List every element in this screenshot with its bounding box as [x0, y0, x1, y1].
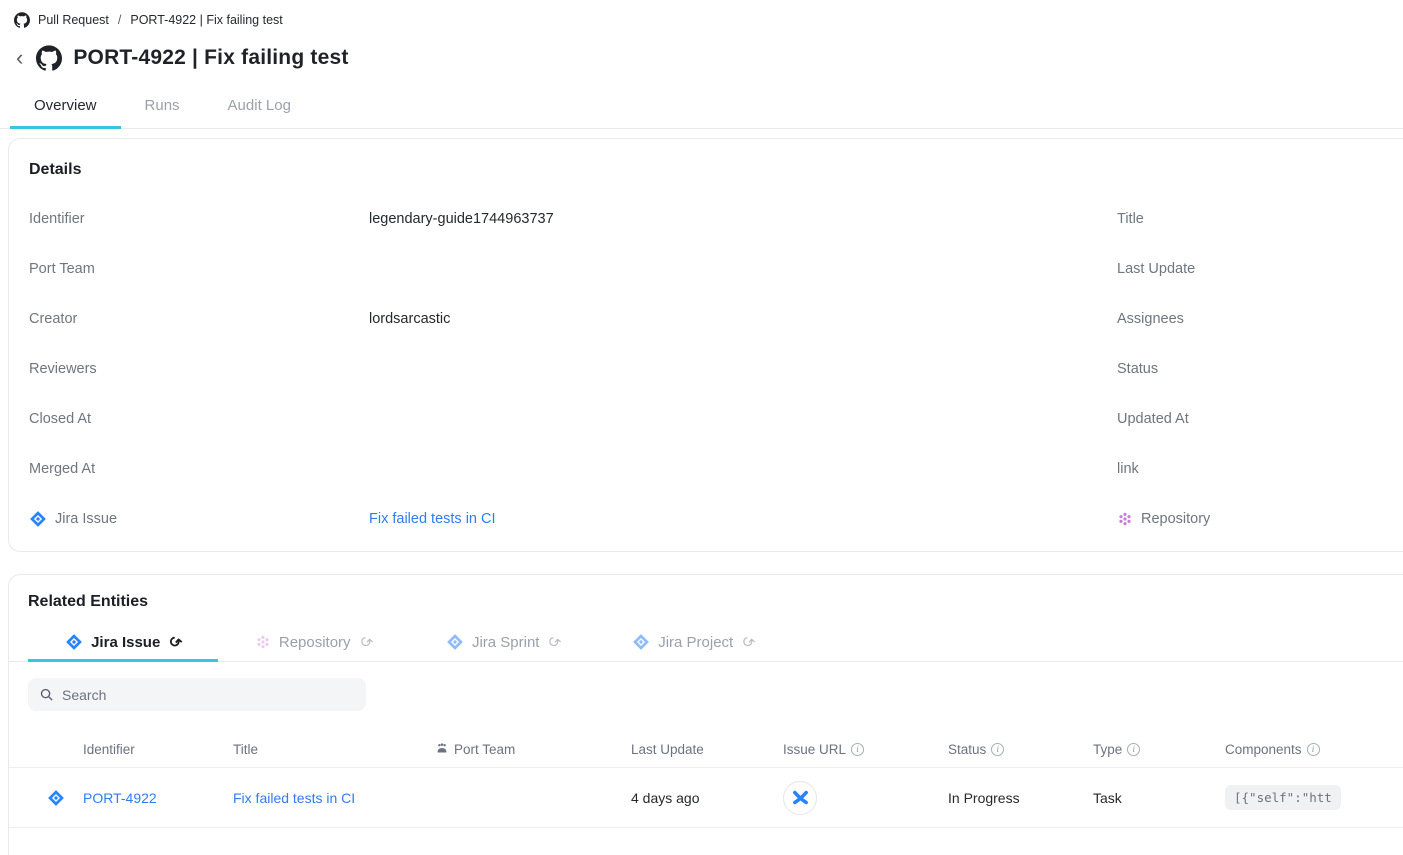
field-updated-at: Updated At: [1117, 409, 1403, 429]
related-entities-card: Related Entities Jira Issue ↺ Repository…: [8, 574, 1403, 855]
col-status[interactable]: Status i: [948, 742, 1093, 757]
team-icon: [435, 742, 449, 756]
col-title[interactable]: Title: [233, 742, 435, 757]
related-tab-repository[interactable]: Repository ↺: [218, 627, 408, 662]
related-tab-jira-issue[interactable]: Jira Issue ↺: [28, 627, 218, 662]
details-card: Details Identifier legendary-guide174496…: [8, 138, 1403, 552]
related-tab-jira-project[interactable]: Jira Project ↺: [598, 627, 788, 662]
page-header: ‹ PORT-4922 | Fix failing test: [14, 43, 1403, 73]
col-components[interactable]: Components i: [1225, 742, 1403, 757]
related-arrow-icon: ↺: [738, 632, 757, 652]
field-last-update: Last Update: [1117, 259, 1403, 279]
tab-overview[interactable]: Overview: [10, 93, 121, 129]
field-assignees: Assignees: [1117, 309, 1403, 329]
col-issue-url[interactable]: Issue URL i: [783, 742, 948, 757]
related-arrow-icon: ↺: [165, 632, 184, 652]
related-entities-heading: Related Entities: [9, 593, 1403, 615]
breadcrumb: Pull Request / PORT-4922 | Fix failing t…: [0, 0, 1403, 29]
row-components-chip[interactable]: [{"self":"htt: [1225, 785, 1341, 810]
back-chevron-icon[interactable]: ‹: [14, 47, 25, 69]
details-heading: Details: [29, 161, 1403, 183]
related-arrow-icon: ↺: [544, 632, 563, 652]
related-tab-jira-sprint[interactable]: Jira Sprint ↺: [408, 627, 598, 662]
field-link: link: [1117, 459, 1403, 479]
related-arrow-icon: ↺: [355, 632, 374, 652]
tab-audit-log[interactable]: Audit Log: [204, 93, 315, 129]
details-right-column: Title Last Update Assignees Status Updat…: [1117, 209, 1403, 559]
issue-url-badge[interactable]: [783, 781, 817, 815]
github-icon: [36, 45, 62, 71]
jira-icon: [65, 633, 83, 651]
breadcrumb-current: PORT-4922 | Fix failing test: [130, 13, 282, 27]
table-header: Identifier Title Port Team Last Update I…: [9, 731, 1403, 768]
field-title: Title: [1117, 209, 1403, 229]
repository-icon: [255, 634, 271, 650]
breadcrumb-separator: /: [117, 13, 122, 27]
col-port-team[interactable]: Port Team: [435, 742, 631, 757]
jira-icon: [29, 510, 47, 528]
search-box: [28, 678, 366, 711]
info-icon[interactable]: i: [991, 743, 1004, 756]
breadcrumb-section[interactable]: Pull Request: [38, 13, 109, 27]
table-row[interactable]: PORT-4922 Fix failed tests in CI 4 days …: [9, 768, 1403, 828]
col-last-update[interactable]: Last Update: [631, 742, 783, 757]
row-status: In Progress: [948, 790, 1093, 806]
main-tab-strip: Overview Runs Audit Log: [0, 93, 1403, 129]
field-status: Status: [1117, 359, 1403, 379]
col-identifier[interactable]: Identifier: [83, 742, 233, 757]
jira-icon: [446, 633, 464, 651]
jira-issue-link[interactable]: Fix failed tests in CI: [369, 511, 496, 527]
row-identifier-link[interactable]: PORT-4922: [83, 790, 233, 806]
repository-icon: [1117, 511, 1133, 527]
search-icon: [39, 687, 54, 702]
related-tab-strip: Jira Issue ↺ Repository ↺ Jira Sprint ↺ …: [9, 627, 1403, 662]
row-type: Task: [1093, 790, 1225, 806]
jira-link-icon: [792, 789, 809, 806]
info-icon[interactable]: i: [851, 743, 864, 756]
col-type[interactable]: Type i: [1093, 742, 1225, 757]
info-icon[interactable]: i: [1307, 743, 1320, 756]
row-last-update: 4 days ago: [631, 790, 783, 806]
row-title-link[interactable]: Fix failed tests in CI: [233, 790, 435, 806]
search-input[interactable]: [62, 687, 355, 703]
tab-runs[interactable]: Runs: [121, 93, 204, 129]
info-icon[interactable]: i: [1127, 743, 1140, 756]
page-title: PORT-4922 | Fix failing test: [73, 46, 348, 70]
jira-icon: [632, 633, 650, 651]
jira-icon: [47, 789, 65, 807]
github-icon: [14, 12, 30, 28]
field-repository: Repository: [1117, 509, 1403, 529]
